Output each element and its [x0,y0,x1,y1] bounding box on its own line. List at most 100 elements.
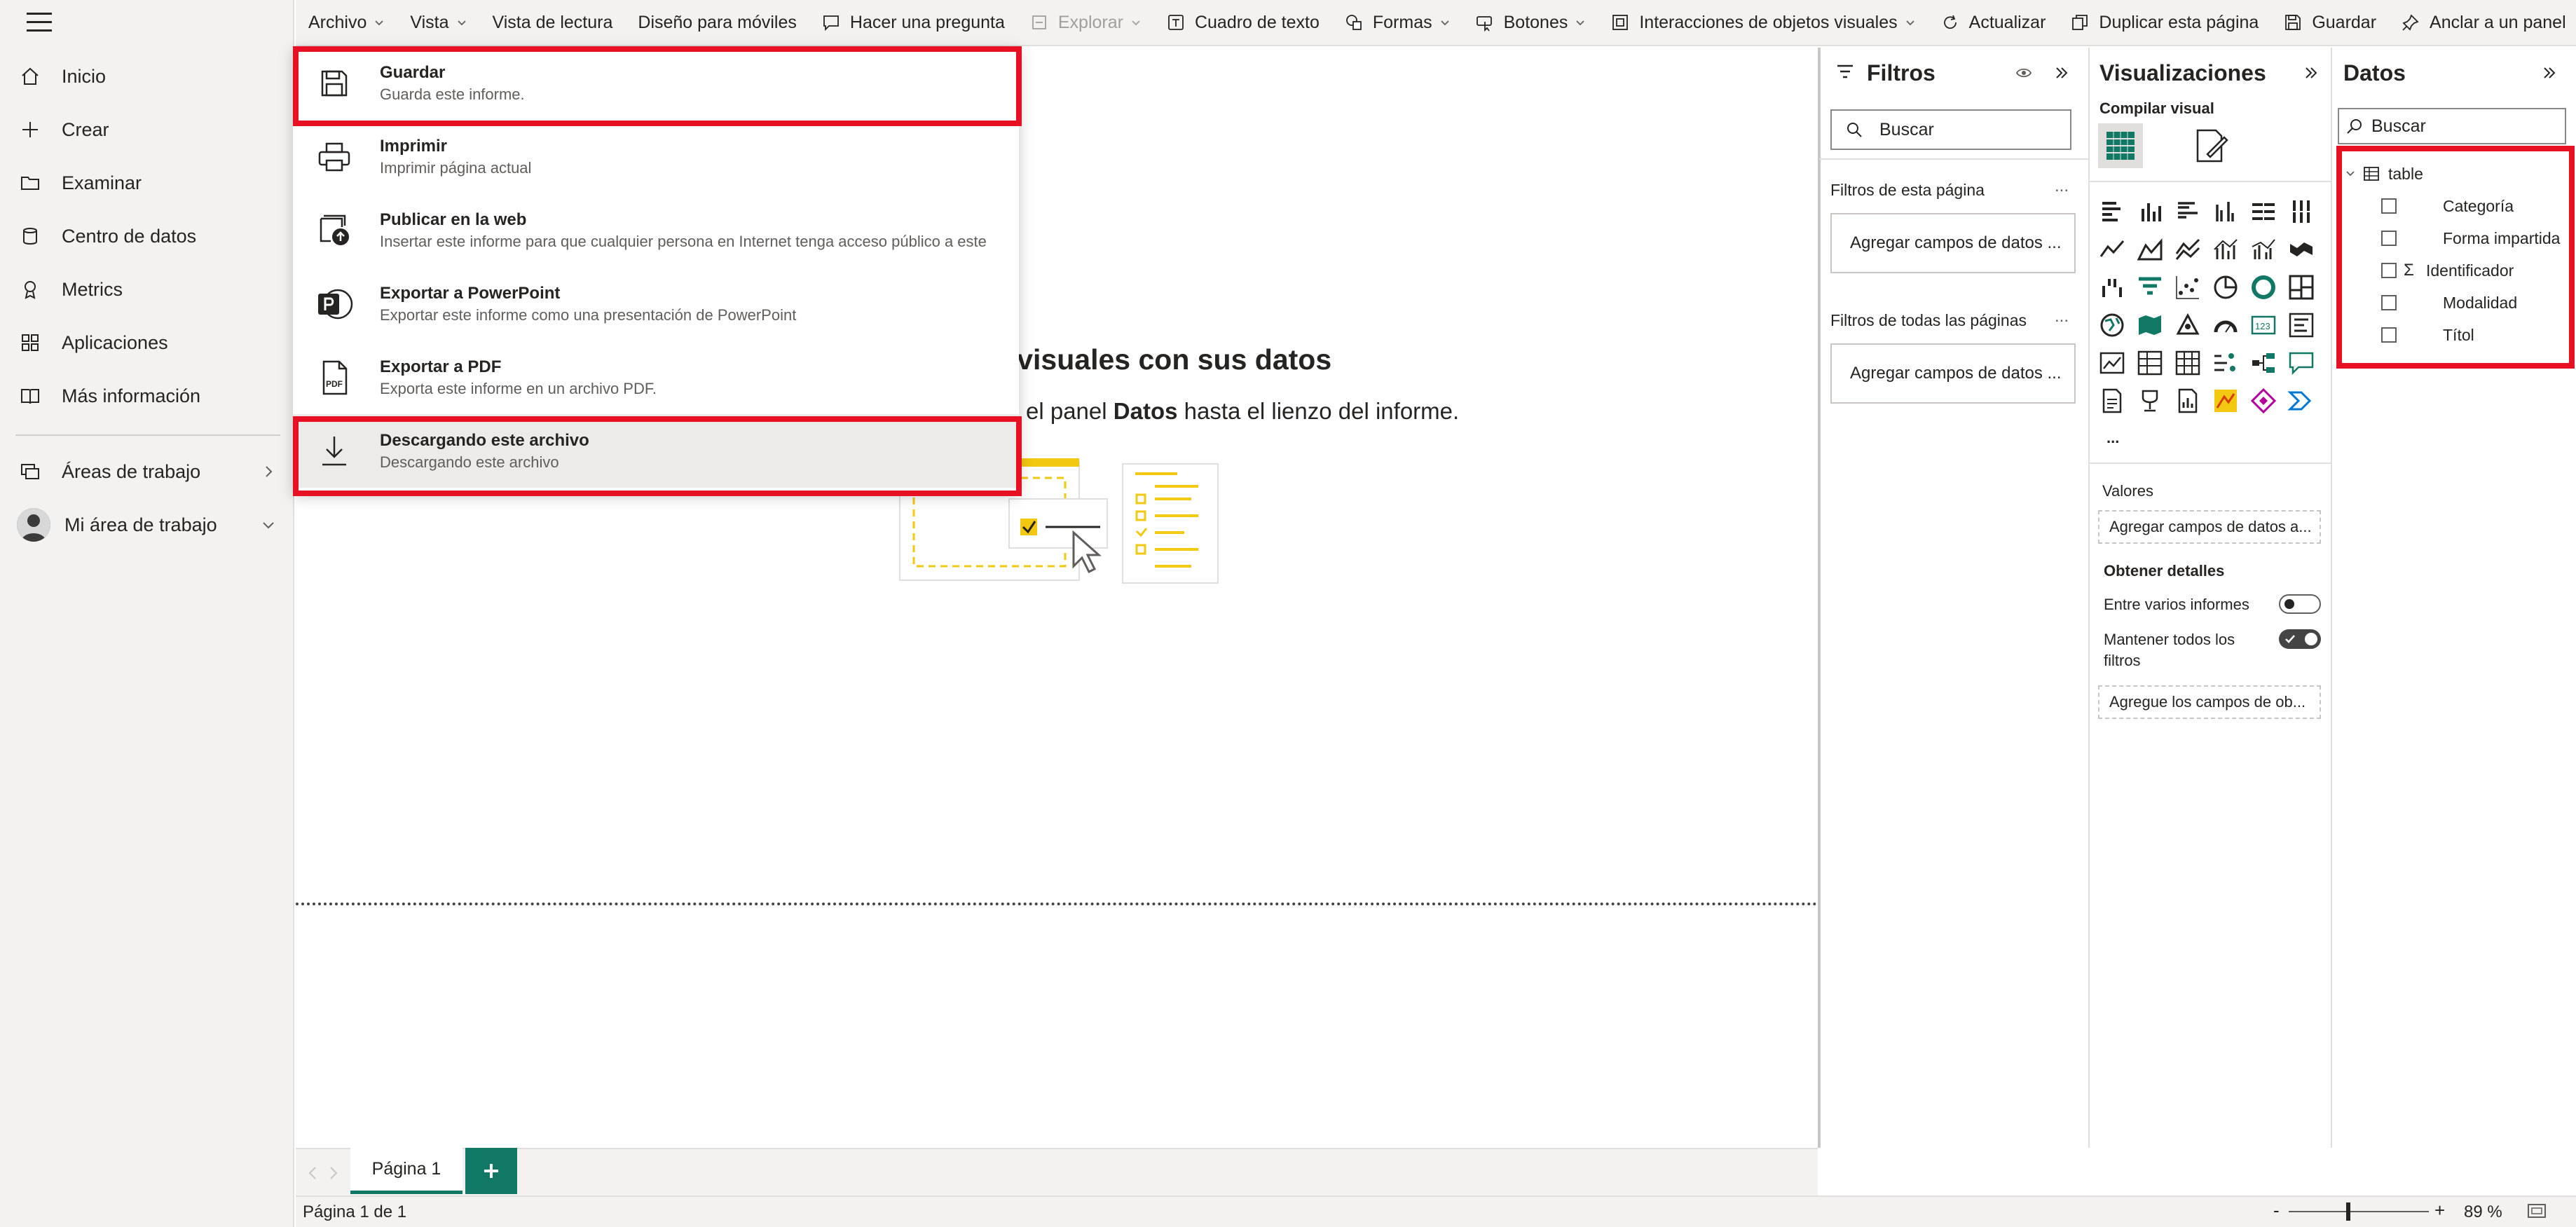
arcgis-map-icon[interactable] [2212,387,2240,415]
explorar-button[interactable]: Explorar [1018,0,1154,45]
eye-icon[interactable] [2015,64,2032,81]
hamburger-menu-icon[interactable] [24,10,55,35]
waterfall-chart-icon[interactable] [2098,273,2126,301]
duplicar-pagina-button[interactable]: Duplicar esta página [2058,0,2271,45]
key-influencers-icon[interactable] [2136,387,2164,415]
donut-chart-icon[interactable] [2249,273,2277,301]
zoom-out-button[interactable]: - [2273,1200,2280,1221]
formas-button[interactable]: Formas [1332,0,1463,45]
menu-item-publicar-web[interactable]: Publicar en la web Insertar este informe… [293,193,1019,267]
tab-scroll-left-icon[interactable] [306,1165,320,1181]
stacked-area-chart-icon[interactable] [2174,235,2202,263]
anclar-panel-button[interactable]: Anclar a un panel [2389,0,2576,45]
hacer-pregunta-button[interactable]: Hacer una pregunta [809,0,1018,45]
menu-item-imprimir[interactable]: Imprimir Imprimir página actual [293,120,1019,193]
treemap-icon[interactable] [2287,273,2315,301]
add-page-button[interactable] [465,1148,517,1194]
build-visual-label: Compilar visual [2099,100,2214,117]
nav-item-metrics[interactable]: Metrics [0,265,294,314]
toggle-knob [2305,633,2317,645]
interacciones-button[interactable]: Interacciones de objetos visuales [1598,0,1928,45]
highlight-box-data-fields [2336,146,2575,369]
guardar-toolbar-button[interactable]: Guardar [2271,0,2389,45]
line-clustered-column-icon[interactable] [2249,235,2277,263]
keep-filters-toggle[interactable] [2279,629,2321,649]
nav-item-label: Centro de datos [62,225,197,247]
actualizar-button[interactable]: Actualizar [1928,0,2059,45]
clustered-column-chart-icon[interactable] [2212,198,2240,226]
area-chart-icon[interactable] [2136,235,2164,263]
card-icon[interactable]: 123 [2249,311,2277,339]
zoom-slider-thumb[interactable] [2346,1202,2350,1221]
clustered-bar-chart-icon[interactable] [2174,198,2202,226]
format-visual-tab[interactable] [2188,123,2233,168]
menu-item-exportar-pdf[interactable]: PDF Exportar a PDF Exporta este informe … [293,341,1019,414]
nav-item-mi-area[interactable]: Mi área de trabajo [0,500,294,549]
menu-item-exportar-powerpoint[interactable]: Exportar a PowerPoint Exportar este info… [293,267,1019,341]
more-visuals-button[interactable]: ... [2106,429,2119,447]
duplicate-icon [2072,15,2088,30]
line-chart-icon[interactable] [2098,235,2126,263]
drillthrough-drop-well[interactable]: Agregue los campos de ob... [2098,685,2321,719]
paginated-report-icon[interactable] [2174,387,2202,415]
filters-all-pages-drop[interactable]: Agregar campos de datos ... [1830,343,2076,404]
stacked-bar-chart-icon[interactable] [2098,198,2126,226]
slicer-icon[interactable] [2136,349,2164,377]
build-visual-tab[interactable] [2098,123,2143,168]
filters-search-input[interactable]: Buscar [1830,109,2071,150]
scatter-chart-icon[interactable] [2174,273,2202,301]
fit-to-page-icon[interactable] [2527,1202,2547,1219]
table-icon[interactable] [2174,349,2202,377]
tab-scroll-right-icon[interactable] [327,1165,341,1181]
actualizar-label: Actualizar [1968,12,2046,32]
funnel-chart-icon[interactable] [2136,273,2164,301]
archivo-menu-button[interactable]: Archivo [296,0,397,45]
filters-this-page-more[interactable]: ... [2055,177,2069,196]
page-tab-1[interactable]: Página 1 [350,1148,463,1194]
power-apps-icon[interactable] [2249,387,2277,415]
diseno-moviles-button[interactable]: Diseño para móviles [625,0,809,45]
zoom-slider-track[interactable] [2289,1211,2429,1212]
botones-button[interactable]: Botones [1463,0,1599,45]
decomposition-tree-icon[interactable] [2249,349,2277,377]
nav-item-crear[interactable]: Crear [0,105,294,154]
vista-lectura-button[interactable]: Vista de lectura [480,0,626,45]
nav-item-centro-datos[interactable]: Centro de datos [0,212,294,261]
kpi-icon[interactable] [2098,349,2126,377]
smart-narrative-icon[interactable] [2098,387,2126,415]
ribbon-chart-icon[interactable] [2287,235,2315,263]
pie-chart-icon[interactable] [2212,273,2240,301]
nav-item-examinar[interactable]: Examinar [0,158,294,207]
vista-menu-button[interactable]: Vista [397,0,479,45]
gauge-icon[interactable] [2212,311,2240,339]
collapse-data-icon[interactable] [2541,64,2558,81]
stacked-column-chart-icon[interactable] [2136,198,2164,226]
power-automate-icon[interactable] [2287,387,2315,415]
filters-all-pages-more[interactable]: ... [2055,307,2069,327]
values-drop-well[interactable]: Agregar campos de datos a... [2098,510,2321,544]
nav-item-mas-informacion[interactable]: Más información [0,371,294,420]
cuadro-texto-button[interactable]: Cuadro de texto [1154,0,1332,45]
collapse-viz-icon[interactable] [2303,64,2320,81]
menu-item-desc: Imprimir página actual [380,159,532,177]
nav-item-label: Mi área de trabajo [64,514,217,535]
100-stacked-bar-icon[interactable] [2249,198,2277,226]
zoom-in-button[interactable]: + [2434,1200,2445,1221]
data-search-input[interactable]: Buscar [2338,108,2566,144]
qa-visual-icon[interactable] [2287,349,2315,377]
collapse-filters-icon[interactable] [2053,64,2070,81]
filters-this-page-drop[interactable]: Agregar campos de datos ... [1830,213,2076,273]
azure-map-icon[interactable] [2174,311,2202,339]
nav-item-label: Áreas de trabajo [62,460,201,482]
nav-item-areas-trabajo[interactable]: Áreas de trabajo [0,447,294,496]
line-column-chart-icon[interactable] [2212,235,2240,263]
multi-row-card-icon[interactable] [2287,311,2315,339]
matrix-icon[interactable] [2212,349,2240,377]
100-stacked-column-icon[interactable] [2287,198,2315,226]
nav-item-aplicaciones[interactable]: Aplicaciones [0,318,294,367]
filled-map-icon[interactable] [2136,311,2164,339]
nav-item-inicio[interactable]: Inicio [0,52,294,101]
search-placeholder: Buscar [1879,119,1934,139]
map-icon[interactable] [2098,311,2126,339]
cross-report-toggle[interactable] [2279,594,2321,614]
